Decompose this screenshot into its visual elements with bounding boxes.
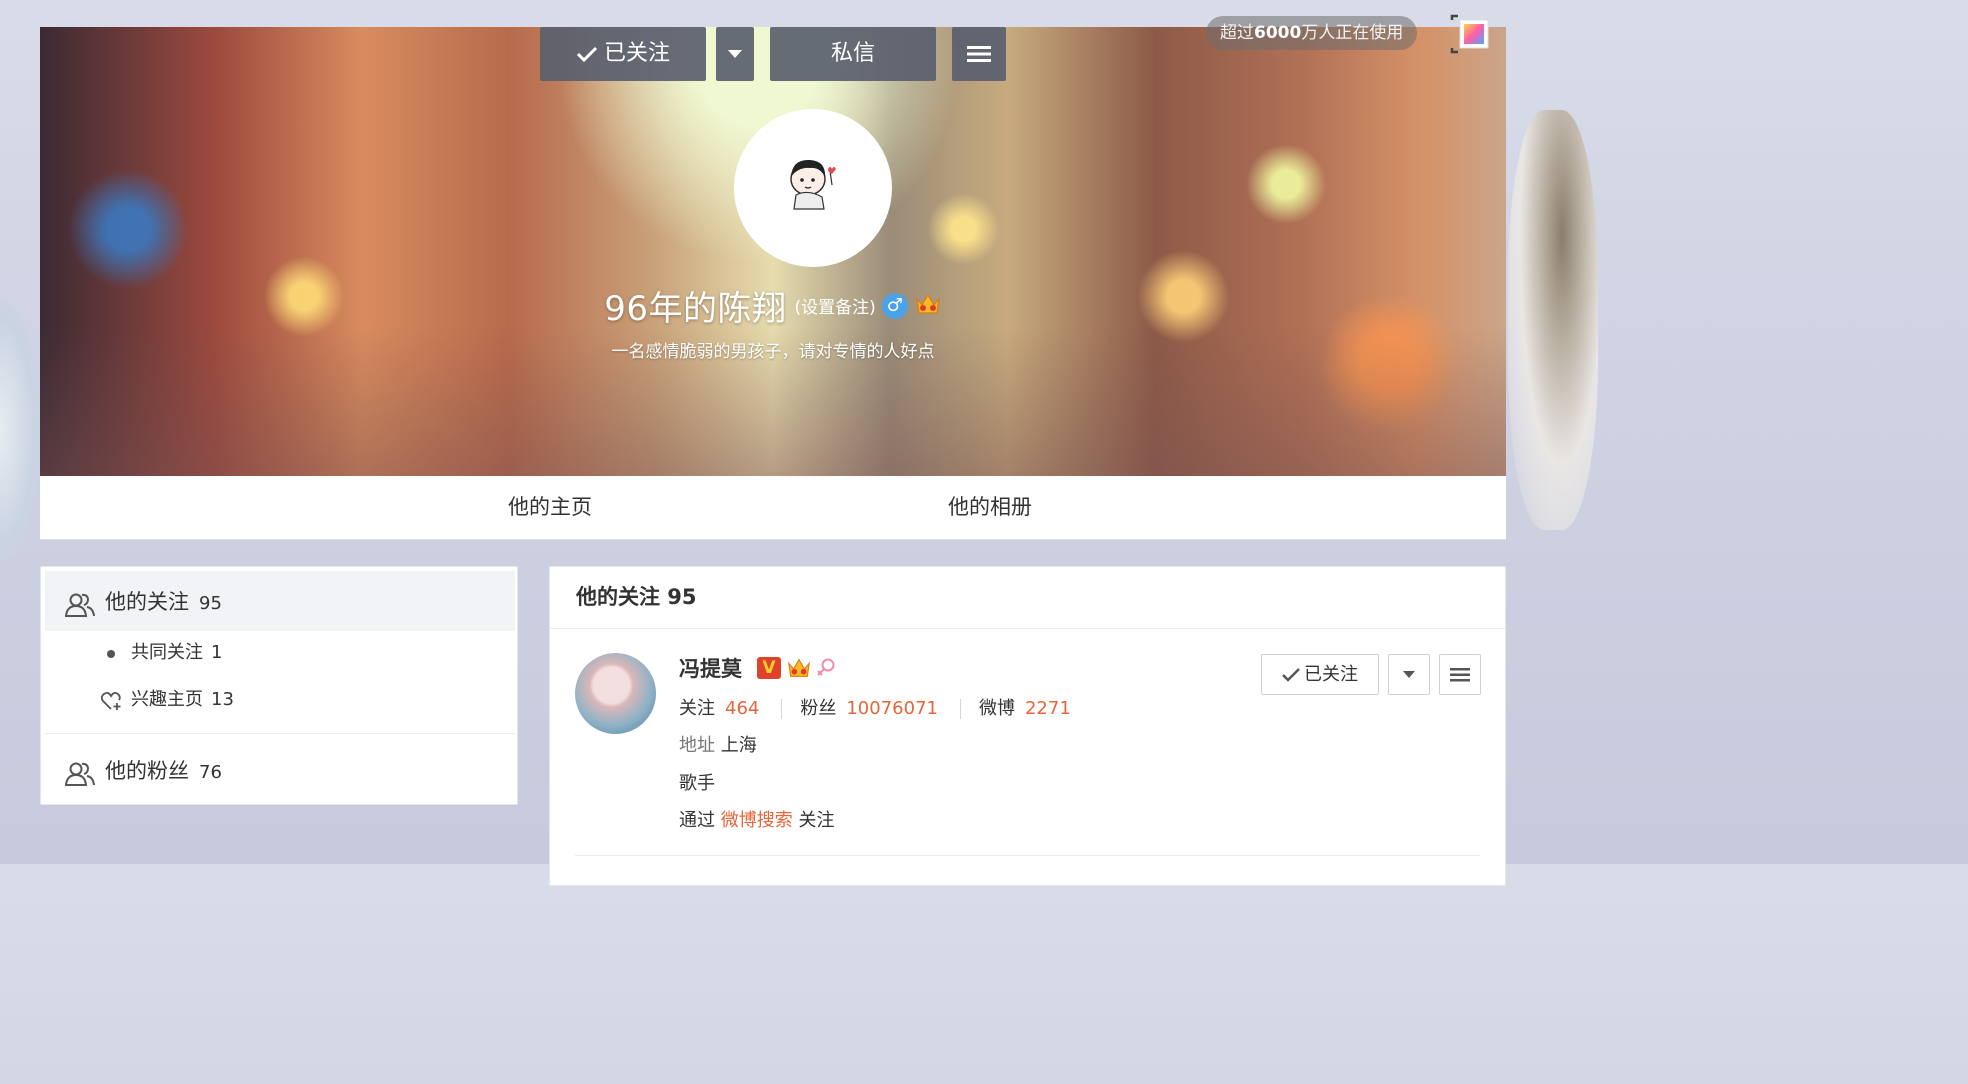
- panel-divider: [550, 628, 1505, 629]
- profile-bio: 一名感情脆弱的男孩子，请对专情的人好点: [611, 342, 935, 362]
- follow-sidebar: 他的关注 95 共同关注 1 兴趣主页 13 他的粉丝 76: [40, 566, 518, 805]
- users-count-badge: 超过6000万人正在使用: [1206, 16, 1418, 50]
- profile-name: 96年的陈翔: [604, 289, 787, 329]
- profile-name-row: 96年的陈翔 (设置备注) ♂: [40, 281, 1506, 330]
- check-icon: [1282, 668, 1300, 682]
- member-crown-icon[interactable]: [914, 291, 942, 321]
- heart-plus-icon: [100, 691, 121, 710]
- fans-count[interactable]: 10076071: [846, 698, 938, 719]
- hamburger-icon: [1450, 668, 1470, 682]
- tab-home[interactable]: 他的主页: [508, 476, 592, 540]
- user-more-button[interactable]: [1439, 654, 1481, 695]
- qr-code-icon[interactable]: [1448, 14, 1490, 54]
- caret-down-icon: [728, 50, 742, 58]
- follow-source: 通过 微博搜索 关注: [679, 810, 835, 831]
- panel-title: 他的关注 95: [576, 585, 697, 609]
- user-avatar[interactable]: [575, 653, 656, 734]
- user-name[interactable]: 冯提莫: [679, 653, 742, 683]
- hamburger-icon: [967, 46, 991, 62]
- users-icon: [64, 593, 95, 617]
- sidebar-divider: [45, 733, 515, 734]
- user-follow-dropdown[interactable]: [1388, 654, 1430, 695]
- set-remark-link[interactable]: (设置备注): [795, 298, 876, 318]
- tab-album[interactable]: 他的相册: [948, 476, 1032, 540]
- member-crown-icon[interactable]: [786, 656, 812, 680]
- profile-avatar[interactable]: [734, 109, 892, 267]
- row-divider: [575, 855, 1480, 856]
- user-followed-button[interactable]: 已关注: [1261, 654, 1379, 695]
- follow-options-dropdown[interactable]: [716, 27, 754, 81]
- weibo-count[interactable]: 2271: [1025, 698, 1071, 719]
- user-location: 地址 上海: [679, 735, 757, 756]
- users-icon: [64, 762, 95, 786]
- following-count[interactable]: 464: [725, 698, 759, 719]
- sidebar-item-following-label[interactable]: 他的关注 95: [64, 582, 222, 622]
- more-menu-button[interactable]: [952, 27, 1006, 81]
- followed-button[interactable]: 已关注: [540, 27, 706, 81]
- verified-v-badge[interactable]: V: [757, 657, 781, 679]
- user-stats: 关注 464 粉丝 10076071 微博 2271: [679, 698, 1071, 719]
- profile-tabs: 他的主页 他的相册: [40, 476, 1506, 540]
- private-message-button[interactable]: 私信: [770, 27, 936, 81]
- check-icon: [576, 46, 598, 63]
- following-list-panel: 他的关注 95 冯提莫 V 关注 464 粉丝 10076071 微博 2271 地址 上…: [549, 566, 1506, 886]
- user-description: 歌手: [679, 773, 715, 794]
- male-gender-icon: ♂: [881, 292, 908, 319]
- background-decoration-right: [1508, 110, 1598, 530]
- female-gender-icon: [817, 658, 835, 676]
- caret-down-icon: [1403, 671, 1415, 678]
- bullet-icon: [107, 649, 115, 658]
- profile-cover: 96年的陈翔 (设置备注) ♂ 一名感情脆弱的男孩子，请对专情的人好点 已关注 私信: [40, 27, 1506, 476]
- sidebar-item-fans[interactable]: 他的粉丝 76: [64, 751, 222, 791]
- background-decoration-left: [0, 300, 40, 560]
- sidebar-item-interest[interactable]: 兴趣主页 13: [100, 680, 234, 720]
- follow-source-link[interactable]: 微博搜索: [721, 810, 793, 831]
- sidebar-item-mutual[interactable]: 共同关注 1: [107, 633, 222, 673]
